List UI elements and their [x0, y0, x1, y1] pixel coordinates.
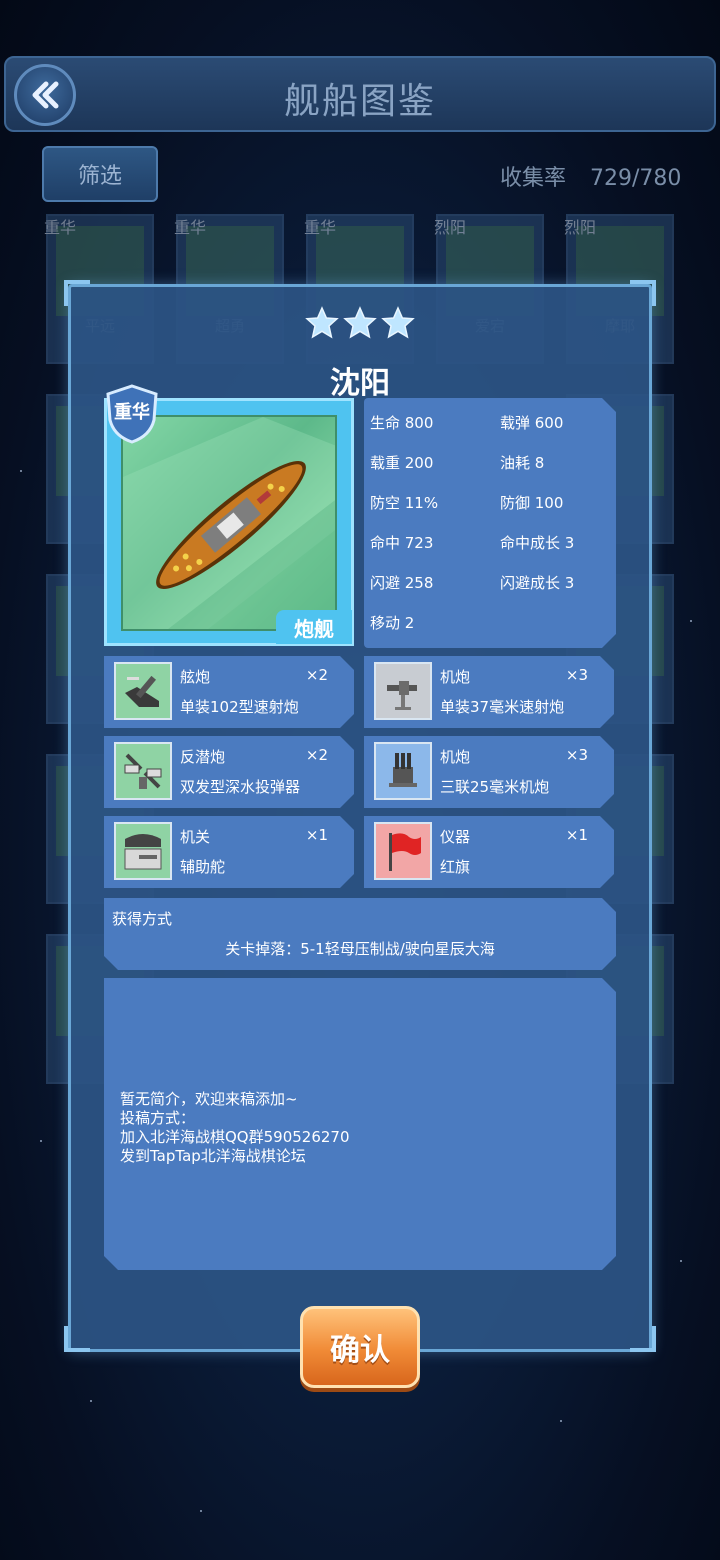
stat-ammo: 载弹 600 — [500, 414, 564, 432]
frame-corner — [64, 280, 90, 306]
card-faction: 重华 — [44, 218, 77, 237]
star-dot — [680, 1260, 682, 1262]
equipment-qty: ×1 — [565, 826, 588, 844]
triple-gun-icon — [374, 742, 432, 800]
card-faction: 重华 — [304, 218, 337, 237]
star-icon — [305, 306, 339, 339]
red-flag-icon — [374, 822, 432, 880]
equipment-qty: ×2 — [305, 666, 328, 684]
equipment-type: 机关 — [180, 828, 211, 846]
description-line: 加入北洋海战棋QQ群590526270 — [120, 1128, 350, 1146]
card-faction: 重华 — [174, 218, 207, 237]
star-rating — [305, 306, 415, 340]
star-dot — [200, 1510, 202, 1512]
equipment-name: 单装37毫米速射炮 — [440, 698, 565, 716]
faction-label: 重华 — [114, 402, 150, 423]
acquire-method: 关卡掉落：5-1轻母压制战/驶向星辰大海 — [225, 940, 495, 958]
star-dot — [40, 1140, 42, 1142]
star-dot — [90, 1400, 92, 1402]
equipment-type: 仪器 — [440, 828, 471, 846]
frame-corner — [630, 1326, 656, 1352]
collection-rate-label: 收集率 — [500, 166, 567, 191]
faction-badge: 重华 — [104, 384, 160, 444]
stat-fuel: 油耗 8 — [500, 454, 545, 472]
frame-corner — [630, 280, 656, 306]
acquire-title: 获得方式 — [112, 910, 173, 928]
page-title: 舰船图鉴 — [283, 81, 436, 122]
star-dot — [690, 620, 692, 622]
top-bar: 舰船图鉴 — [4, 56, 716, 132]
equipment-slot[interactable]: 机炮 ×3 三联25毫米机炮 — [364, 736, 614, 808]
stats-panel: 生命 800 载弹 600 载重 200 油耗 8 防空 11% 防御 100 … — [364, 398, 616, 648]
star-icon — [381, 306, 415, 339]
stat-evasion: 闪避 258 — [370, 574, 434, 592]
stat-accuracy: 命中 723 — [370, 534, 434, 552]
ship-sprite-icon — [123, 417, 335, 629]
stat-accuracy-growth: 命中成长 3 — [500, 534, 575, 552]
star-dot — [560, 1420, 562, 1422]
description-line: 暂无简介，欢迎来稿添加~ — [120, 1090, 298, 1108]
stat-hp: 生命 800 — [370, 414, 434, 432]
card-faction: 烈阳 — [434, 218, 467, 237]
filter-button[interactable]: 筛选 — [42, 146, 158, 202]
stat-load: 载重 200 — [370, 454, 434, 472]
equipment-qty: ×1 — [305, 826, 328, 844]
stat-anti-air: 防空 11% — [370, 494, 439, 512]
equipment-type: 机炮 — [440, 668, 471, 686]
equipment-type: 舷炮 — [180, 668, 211, 686]
equipment-qty: ×3 — [565, 746, 588, 764]
collection-rate: 收集率 729/780 — [500, 160, 681, 192]
stat-evasion-growth: 闪避成长 3 — [500, 574, 575, 592]
equipment-type: 反潜炮 — [180, 748, 226, 766]
collection-rate-count: 729/780 — [590, 166, 682, 191]
frame-corner — [64, 1326, 90, 1352]
equipment-name: 辅助舵 — [180, 858, 226, 876]
equipment-type: 机炮 — [440, 748, 471, 766]
equipment-name: 单装102型速射炮 — [180, 698, 299, 716]
stat-defense: 防御 100 — [500, 494, 564, 512]
ship-image — [121, 415, 337, 631]
stat-move: 移动 2 — [370, 614, 415, 632]
equipment-slot[interactable]: 机关 ×1 辅助舵 — [104, 816, 354, 888]
card-faction: 烈阳 — [564, 218, 597, 237]
description-panel: 暂无简介，欢迎来稿添加~ 投稿方式： 加入北洋海战棋QQ群590526270 发… — [104, 978, 616, 1270]
equipment-slot[interactable]: 机炮 ×3 单装37毫米速射炮 — [364, 656, 614, 728]
equipment-name: 红旗 — [440, 858, 471, 876]
equipment-slot[interactable]: 舷炮 ×2 单装102型速射炮 — [104, 656, 354, 728]
rudder-icon — [114, 822, 172, 880]
autocannon-icon — [374, 662, 432, 720]
ship-type-tag: 炮舰 — [276, 610, 352, 644]
description-line: 投稿方式： — [120, 1109, 196, 1127]
deck-gun-icon — [114, 662, 172, 720]
description-line: 发到TapTap北洋海战棋论坛 — [120, 1147, 306, 1165]
star-dot — [20, 470, 22, 472]
equipment-qty: ×2 — [305, 746, 328, 764]
equipment-slot[interactable]: 仪器 ×1 红旗 — [364, 816, 614, 888]
equipment-name: 双发型深水投弹器 — [180, 778, 301, 796]
acquire-panel: 获得方式 关卡掉落：5-1轻母压制战/驶向星辰大海 — [104, 898, 616, 970]
equipment-slot[interactable]: 反潜炮 ×2 双发型深水投弹器 — [104, 736, 354, 808]
depth-charge-icon — [114, 742, 172, 800]
star-icon — [343, 306, 377, 339]
description-text: 暂无简介，欢迎来稿添加~ 投稿方式： 加入北洋海战棋QQ群590526270 发… — [120, 1090, 350, 1166]
equipment-qty: ×3 — [565, 666, 588, 684]
confirm-button[interactable]: 确认 — [300, 1306, 420, 1388]
equipment-name: 三联25毫米机炮 — [440, 778, 550, 796]
